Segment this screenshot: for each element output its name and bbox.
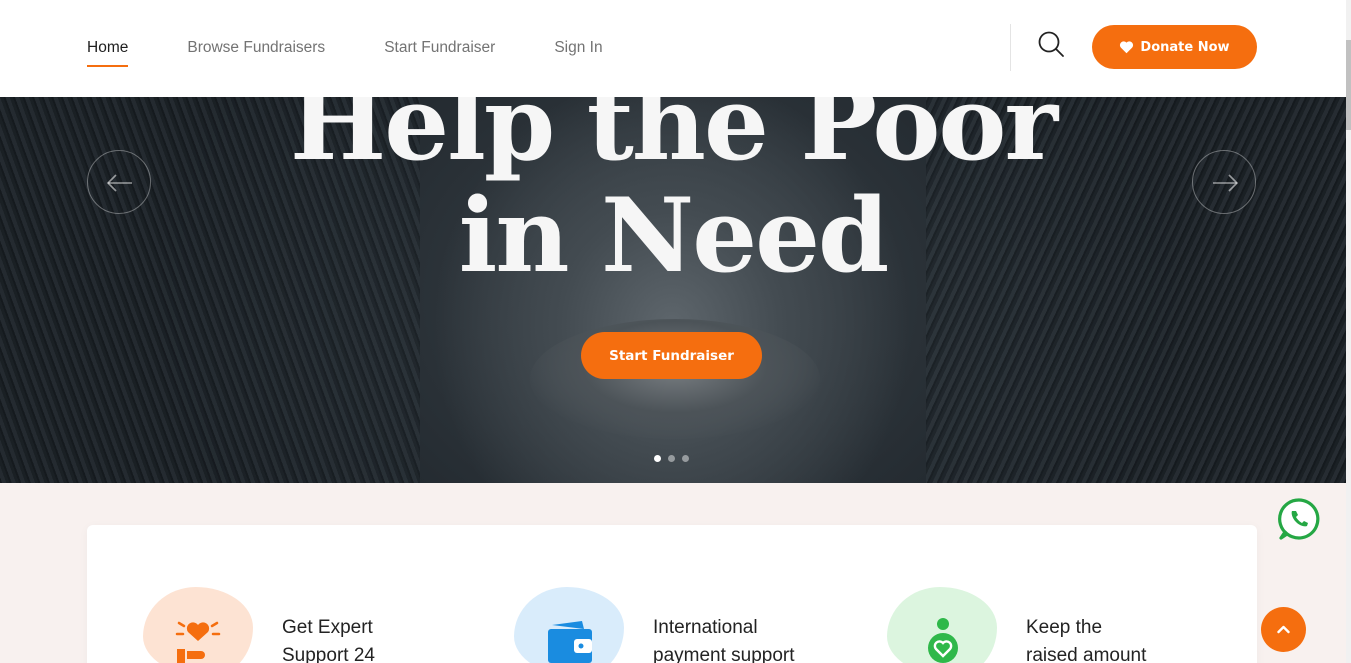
donate-now-button[interactable]: Donate Now bbox=[1092, 25, 1257, 69]
hero-title-line2: in Need bbox=[458, 176, 890, 296]
search-icon[interactable] bbox=[1036, 30, 1066, 60]
scrollbar-thumb[interactable] bbox=[1346, 40, 1351, 130]
hero-title-line1: Help the Poor bbox=[289, 97, 1058, 184]
nav-item-sign-in[interactable]: Sign In bbox=[554, 39, 602, 59]
hand-heart-icon bbox=[175, 621, 221, 663]
nav-item-home[interactable]: Home bbox=[87, 39, 129, 67]
whatsapp-icon[interactable] bbox=[1277, 497, 1321, 541]
feature-3-line2: raised amount bbox=[1026, 645, 1147, 663]
slider-dot-1[interactable] bbox=[654, 455, 661, 462]
start-fundraiser-button[interactable]: Start Fundraiser bbox=[581, 332, 762, 379]
feature-2-line1: International bbox=[653, 617, 758, 638]
slider-dot-3[interactable] bbox=[682, 455, 689, 462]
feature-3-line1: Keep the bbox=[1026, 617, 1103, 638]
donate-now-label: Donate Now bbox=[1140, 39, 1230, 55]
chevron-up-icon bbox=[1277, 625, 1290, 634]
person-heart-icon bbox=[928, 618, 958, 663]
main-nav: Home Browse Fundraisers Start Fundraiser… bbox=[87, 0, 662, 97]
features-card: Get Expert Support 24 International paym… bbox=[87, 525, 1257, 663]
back-to-top-button[interactable] bbox=[1261, 607, 1306, 652]
slider-next-button[interactable] bbox=[1192, 150, 1256, 214]
slider-dot-2[interactable] bbox=[668, 455, 675, 462]
feature-2-line2: payment support bbox=[653, 645, 795, 663]
heart-icon bbox=[1119, 40, 1134, 54]
nav-item-browse-fundraisers[interactable]: Browse Fundraisers bbox=[187, 39, 325, 59]
site-header: Home Browse Fundraisers Start Fundraiser… bbox=[0, 0, 1346, 97]
page-scrollbar[interactable] bbox=[1346, 0, 1351, 663]
slider-prev-button[interactable] bbox=[87, 150, 151, 214]
feature-1-line1: Get Expert bbox=[282, 617, 373, 638]
header-divider bbox=[1010, 24, 1011, 71]
wallet-icon bbox=[548, 621, 592, 663]
arrow-right-icon bbox=[1213, 174, 1239, 192]
slider-dots bbox=[654, 455, 689, 462]
feature-1-line2: Support 24 bbox=[282, 645, 375, 663]
arrow-left-icon bbox=[106, 174, 132, 192]
hero-slider: Help the Poor in Need Start Fundraiser bbox=[0, 97, 1346, 483]
nav-item-start-fundraiser[interactable]: Start Fundraiser bbox=[384, 39, 495, 59]
